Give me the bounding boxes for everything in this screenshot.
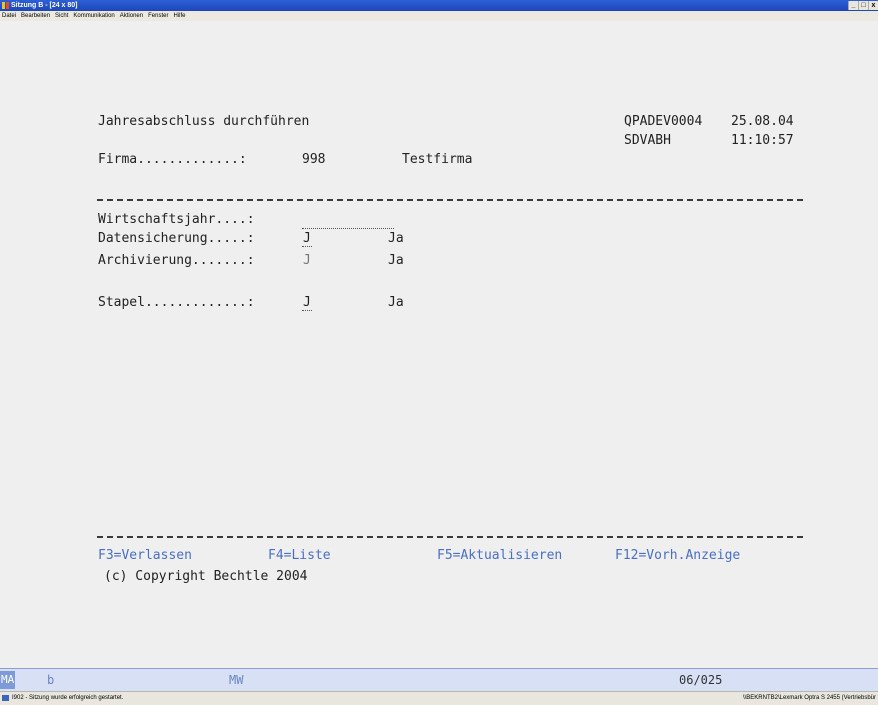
datensicherung-text: Ja <box>388 231 404 246</box>
stapel-label: Stapel.............: <box>98 295 255 310</box>
close-button[interactable]: x <box>868 1 878 10</box>
screen-time: 11:10:57 <box>731 133 794 148</box>
divider-bottom <box>97 536 803 538</box>
window-title: Sitzung B - [24 x 80] <box>11 2 78 9</box>
user-id: SDVABH <box>624 133 671 148</box>
maximize-button[interactable]: □ <box>858 1 868 10</box>
session-status-icon <box>2 695 9 701</box>
printer-status: \\BEKRNTB2\Lexmark Optra S 2455 (Vertrie… <box>742 695 876 701</box>
ma-indicator: MA <box>0 671 15 689</box>
operator-info-area: MA b MW 06/025 <box>0 668 878 691</box>
stapel-text: Ja <box>388 295 404 310</box>
f5-key[interactable]: F5=Aktualisieren <box>437 548 562 564</box>
cursor-position: 06/025 <box>679 673 723 687</box>
f4-key[interactable]: F4=Liste <box>268 548 331 564</box>
archivierung-label: Archivierung.......: <box>98 253 255 268</box>
stapel-input[interactable]: J <box>302 295 312 311</box>
menu-datei[interactable]: Datei <box>2 11 16 21</box>
divider-top <box>97 199 803 201</box>
menu-kommunikation[interactable]: Kommunikation <box>73 11 114 21</box>
menu-fenster[interactable]: Fenster <box>148 11 168 21</box>
firma-name: Testfirma <box>402 152 473 167</box>
copyright-text: (c) Copyright Bechtle 2004 <box>104 569 308 584</box>
firma-label: Firma.............: <box>98 152 247 167</box>
archivierung-value: J <box>303 253 311 268</box>
program-id: QPADEV0004 <box>624 114 703 129</box>
app-icon <box>2 2 9 9</box>
menu-bearbeiten[interactable]: Bearbeiten <box>21 11 50 21</box>
menu-hilfe[interactable]: Hilfe <box>173 11 185 21</box>
menu-aktionen[interactable]: Aktionen <box>120 11 143 21</box>
firma-value: 998 <box>302 152 326 167</box>
mode-indicator: b <box>47 673 55 687</box>
screen-date: 25.08.04 <box>731 114 794 129</box>
minimize-button[interactable]: _ <box>848 1 858 10</box>
stapel-value: J <box>303 295 311 310</box>
f12-key[interactable]: F12=Vorh.Anzeige <box>615 548 740 564</box>
status-message: I902 - Sitzung wurde erfolgreich gestart… <box>12 695 124 701</box>
menu-sicht[interactable]: Sicht <box>55 11 68 21</box>
wirtschaftsjahr-label: Wirtschaftsjahr....: <box>98 212 255 227</box>
wirtschaftsjahr-input[interactable] <box>302 214 394 229</box>
window-titlebar: Sitzung B - [24 x 80] _ □ x <box>0 0 878 11</box>
window-controls: _ □ x <box>848 1 878 10</box>
terminal-screen: Jahresabschluss durchführen QPADEV0004 2… <box>0 21 878 668</box>
menu-bar: Datei Bearbeiten Sicht Kommunikation Akt… <box>0 11 878 21</box>
status-bar: I902 - Sitzung wurde erfolgreich gestart… <box>0 691 878 705</box>
mw-indicator: MW <box>229 673 244 687</box>
datensicherung-value: J <box>303 231 311 246</box>
archivierung-text: Ja <box>388 253 404 268</box>
datensicherung-input[interactable]: J <box>302 231 312 247</box>
datensicherung-label: Datensicherung.....: <box>98 231 255 246</box>
screen-title: Jahresabschluss durchführen <box>98 114 310 129</box>
f3-key[interactable]: F3=Verlassen <box>98 548 192 564</box>
